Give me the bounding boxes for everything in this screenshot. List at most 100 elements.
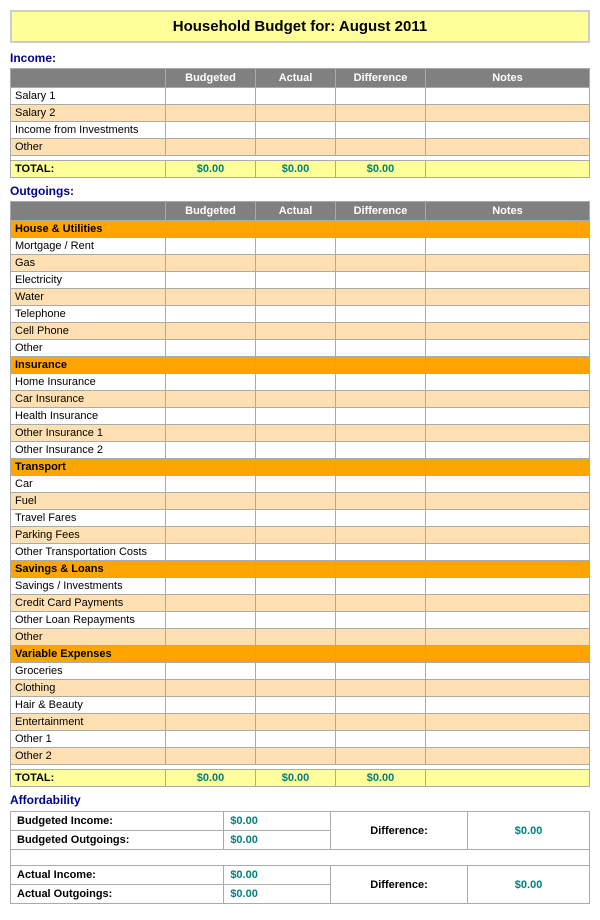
outgoings-row-diff — [336, 714, 426, 731]
outgoings-row-actual — [256, 255, 336, 272]
outgoings-row-budgeted — [166, 323, 256, 340]
income-row-budgeted — [166, 88, 256, 105]
outgoings-row-budgeted — [166, 527, 256, 544]
actual-diff-value: $0.00 — [468, 866, 590, 904]
outgoings-group-notes — [426, 221, 590, 238]
outgoings-row-diff — [336, 510, 426, 527]
outgoings-row-diff — [336, 493, 426, 510]
outgoings-row-notes — [426, 680, 590, 697]
outgoings-row-actual — [256, 578, 336, 595]
outgoings-row-label: Credit Card Payments — [11, 595, 166, 612]
outgoings-row-notes — [426, 272, 590, 289]
income-col-budgeted: Budgeted — [166, 69, 256, 88]
outgoings-col-label — [11, 202, 166, 221]
outgoings-row: Parking Fees — [11, 527, 590, 544]
outgoings-row-budgeted — [166, 663, 256, 680]
income-row: Income from Investments — [11, 122, 590, 139]
outgoings-row-diff — [336, 340, 426, 357]
income-row-diff — [336, 105, 426, 122]
outgoings-row-budgeted — [166, 612, 256, 629]
outgoings-row-label: Water — [11, 289, 166, 306]
outgoings-row: Other — [11, 340, 590, 357]
outgoings-row-budgeted — [166, 425, 256, 442]
outgoings-row-notes — [426, 731, 590, 748]
outgoings-row-actual — [256, 425, 336, 442]
outgoings-total-diff: $0.00 — [336, 770, 426, 787]
outgoings-row-label: Savings / Investments — [11, 578, 166, 595]
outgoings-row-actual — [256, 289, 336, 306]
outgoings-row-budgeted — [166, 238, 256, 255]
income-row-budgeted — [166, 105, 256, 122]
outgoings-row: Electricity — [11, 272, 590, 289]
outgoings-group-label: Savings & Loans — [11, 561, 166, 578]
outgoings-row-label: Health Insurance — [11, 408, 166, 425]
outgoings-col-diff: Difference — [336, 202, 426, 221]
outgoings-row-label: Other — [11, 340, 166, 357]
income-row-budgeted — [166, 139, 256, 156]
outgoings-row-actual — [256, 391, 336, 408]
outgoings-row-actual — [256, 663, 336, 680]
outgoings-row-notes — [426, 595, 590, 612]
outgoings-row-budgeted — [166, 629, 256, 646]
outgoings-row-diff — [336, 289, 426, 306]
outgoings-row-notes — [426, 289, 590, 306]
outgoings-row-diff — [336, 425, 426, 442]
outgoings-row: Water — [11, 289, 590, 306]
outgoings-row-label: Other Transportation Costs — [11, 544, 166, 561]
outgoings-row: Fuel — [11, 493, 590, 510]
outgoings-row: Car — [11, 476, 590, 493]
outgoings-group-diff — [336, 459, 426, 476]
outgoings-row-notes — [426, 255, 590, 272]
outgoings-row-actual — [256, 714, 336, 731]
income-total-actual: $0.00 — [256, 161, 336, 178]
outgoings-row-diff — [336, 527, 426, 544]
outgoings-row-label: Other Loan Repayments — [11, 612, 166, 629]
income-total-label: TOTAL: — [11, 161, 166, 178]
outgoings-row-label: Home Insurance — [11, 374, 166, 391]
outgoings-row-actual — [256, 612, 336, 629]
outgoings-row-notes — [426, 442, 590, 459]
outgoings-row: Other 1 — [11, 731, 590, 748]
outgoings-row-label: Telephone — [11, 306, 166, 323]
outgoings-row-diff — [336, 374, 426, 391]
income-row-diff — [336, 139, 426, 156]
outgoings-row-label: Cell Phone — [11, 323, 166, 340]
outgoings-row-diff — [336, 255, 426, 272]
outgoings-row-label: Car Insurance — [11, 391, 166, 408]
outgoings-row-label: Car — [11, 476, 166, 493]
outgoings-group-budgeted — [166, 221, 256, 238]
income-col-label — [11, 69, 166, 88]
outgoings-row-actual — [256, 629, 336, 646]
outgoings-group-actual — [256, 459, 336, 476]
outgoings-row-notes — [426, 629, 590, 646]
outgoings-row-actual — [256, 697, 336, 714]
outgoings-row-label: Travel Fares — [11, 510, 166, 527]
outgoings-row: Other — [11, 629, 590, 646]
outgoings-section-label: Outgoings: — [10, 184, 590, 198]
outgoings-row-diff — [336, 476, 426, 493]
outgoings-row: Telephone — [11, 306, 590, 323]
outgoings-row-label: Hair & Beauty — [11, 697, 166, 714]
outgoings-row-diff — [336, 578, 426, 595]
outgoings-row: Mortgage / Rent — [11, 238, 590, 255]
page-title: Household Budget for: August 2011 — [10, 10, 590, 43]
income-total-row: TOTAL: $0.00 $0.00 $0.00 — [11, 161, 590, 178]
outgoings-group-notes — [426, 357, 590, 374]
outgoings-row-actual — [256, 306, 336, 323]
outgoings-group-label: Variable Expenses — [11, 646, 166, 663]
outgoings-group-diff — [336, 561, 426, 578]
outgoings-row-budgeted — [166, 408, 256, 425]
outgoings-row-diff — [336, 544, 426, 561]
outgoings-row-budgeted — [166, 476, 256, 493]
outgoings-row-budgeted — [166, 714, 256, 731]
outgoings-row-diff — [336, 680, 426, 697]
outgoings-row: Car Insurance — [11, 391, 590, 408]
outgoings-row-budgeted — [166, 340, 256, 357]
outgoings-row-actual — [256, 238, 336, 255]
outgoings-row-notes — [426, 323, 590, 340]
income-col-actual: Actual — [256, 69, 336, 88]
outgoings-total-notes — [426, 770, 590, 787]
outgoings-row-label: Other 1 — [11, 731, 166, 748]
outgoings-row-actual — [256, 544, 336, 561]
outgoings-row-actual — [256, 340, 336, 357]
